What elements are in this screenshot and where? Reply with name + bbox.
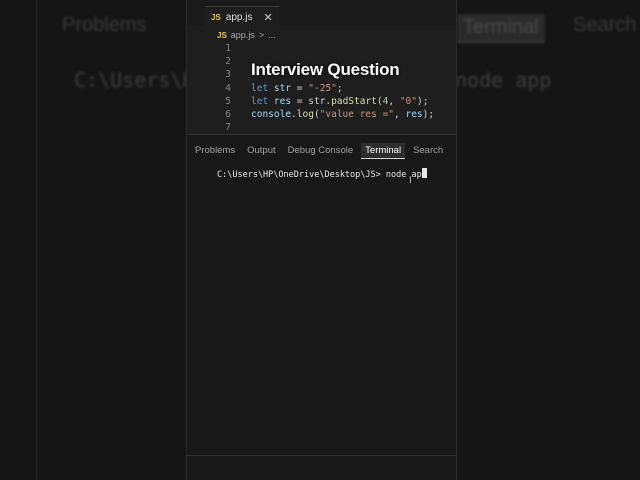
js-file-icon: JS	[217, 30, 227, 40]
code-punct: ;	[336, 82, 343, 94]
js-file-icon: JS	[211, 12, 221, 22]
code-line: 4 let str = "-25";	[205, 83, 434, 96]
code-object: str.	[308, 95, 332, 107]
breadcrumb: JS app.js > ...	[217, 30, 276, 40]
code-punct: );	[417, 95, 429, 107]
close-icon[interactable]: ✕	[263, 11, 272, 24]
code-line: 5 let res = str. padStart(4, "0");	[205, 96, 434, 109]
bottom-panel: Problems Output Debug Console Terminal S…	[187, 134, 456, 480]
bg-tab-problems: Problems	[62, 14, 147, 36]
code-punct: ,	[388, 95, 400, 107]
terminal-prompt-line[interactable]: C:\Users\HP\OneDrive\Desktop\JS> node ap	[217, 168, 427, 180]
panel-tab-bar: Problems Output Debug Console Terminal S…	[187, 143, 447, 159]
code-string: "value res ="	[319, 108, 395, 120]
code-keyword: let	[251, 82, 269, 94]
code-line: 6 console. log("value res =", res);	[205, 109, 434, 122]
code-function: log	[296, 108, 314, 120]
line-number: 1	[225, 43, 231, 54]
code-editor[interactable]: 1 2 3 4 let str = "-25"; 5 let res = str…	[205, 43, 434, 135]
file-tab-app-js[interactable]: JS app.js ✕	[205, 6, 279, 27]
breadcrumb-more[interactable]: ...	[268, 30, 276, 40]
bg-tab-terminal: Terminal	[457, 14, 545, 43]
tab-output[interactable]: Output	[243, 143, 280, 159]
bg-divider	[36, 0, 37, 480]
tab-search[interactable]: Search	[409, 143, 447, 159]
video-overlay-title: Interview Question	[251, 60, 400, 79]
background-left-blur: Problems C:\Users\H	[0, 0, 186, 480]
code-operator: =	[291, 95, 309, 107]
editor-window: JS app.js ✕ JS app.js > ... 1 2 3 4 let …	[186, 0, 457, 480]
code-punct: );	[422, 108, 435, 120]
code-string: "-25"	[308, 82, 337, 94]
background-right-blur: Terminal Search node app	[455, 0, 640, 480]
line-number: 3	[225, 69, 231, 81]
code-variable: res	[273, 95, 292, 107]
breadcrumb-file[interactable]: app.js	[231, 30, 255, 40]
terminal-cursor	[421, 168, 427, 178]
tab-debug-console[interactable]: Debug Console	[284, 143, 358, 159]
line-number: 5	[225, 95, 231, 107]
terminal-command: C:\Users\HP\OneDrive\Desktop\JS> node ap	[217, 170, 422, 180]
bg-tab-search: Search	[573, 14, 637, 36]
bg-command-text: C:\Users\H	[74, 68, 186, 92]
text-cursor-icon: I	[409, 175, 412, 186]
code-punct: ,	[394, 108, 406, 120]
line-number: 4	[225, 82, 231, 94]
file-tab-label: app.js	[225, 11, 253, 23]
code-line: 1	[205, 43, 434, 56]
editor-tab-bar: JS app.js ✕	[187, 0, 456, 27]
code-operator: =	[291, 82, 309, 94]
panel-divider	[187, 455, 456, 456]
code-object: console.	[251, 108, 297, 120]
code-string: "0"	[399, 95, 417, 107]
code-function: padStart	[331, 95, 377, 107]
tab-terminal[interactable]: Terminal	[361, 143, 406, 159]
line-number: 6	[225, 108, 231, 120]
code-keyword: let	[251, 95, 269, 107]
tab-problems[interactable]: Problems	[191, 143, 239, 159]
chevron-right-icon: >	[258, 30, 265, 40]
line-number: 2	[225, 56, 231, 68]
code-variable: str	[273, 82, 292, 94]
code-variable: res	[405, 108, 423, 120]
bg-command-right: node app	[455, 68, 552, 92]
